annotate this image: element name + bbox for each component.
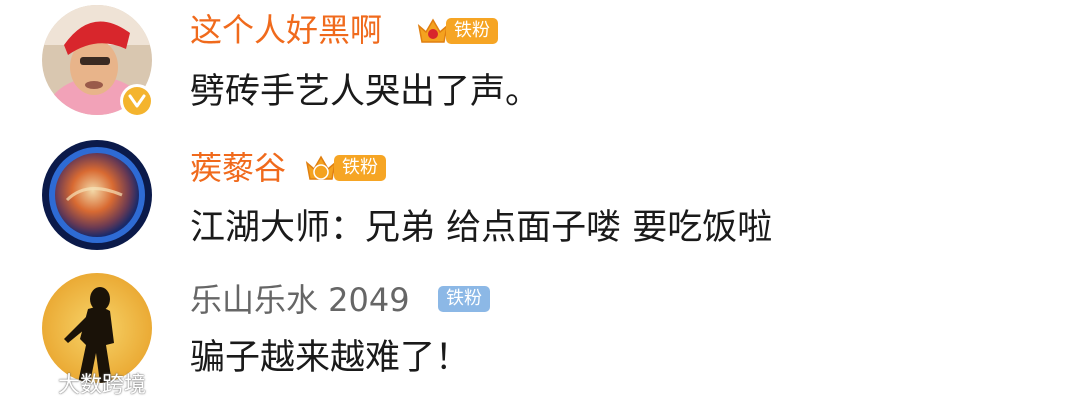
fan-badge-label: 铁粉 xyxy=(446,18,498,44)
fan-badge: 铁粉 xyxy=(416,16,498,46)
username[interactable]: 乐山乐水 2049 xyxy=(190,280,410,320)
comment-text: 劈砖手艺人哭出了声。 xyxy=(190,72,541,112)
comment-text: 骗子越来越难了！ xyxy=(190,338,471,378)
fan-badge-label: 铁粉 xyxy=(334,155,386,181)
username[interactable]: 这个人好黑啊 xyxy=(190,10,382,50)
comment-item: 这个人好黑啊 铁粉 劈砖手艺人哭出了声。 xyxy=(0,0,1080,130)
fan-badge-label: 铁粉 xyxy=(438,286,490,312)
weibo-logo-icon xyxy=(14,372,54,396)
watermark: 大数跨境 xyxy=(12,368,146,398)
crown-icon xyxy=(417,18,449,43)
crown-icon xyxy=(305,155,337,180)
fan-badge: 铁粉 xyxy=(304,153,386,183)
user-avatar[interactable] xyxy=(42,140,152,250)
watermark-text: 大数跨境 xyxy=(58,373,147,398)
comment-item: 乐山乐水 2049 铁粉 骗子越来越难了！ xyxy=(0,268,1080,398)
verified-icon xyxy=(120,84,154,118)
comment-item: 蒺藜谷 铁粉 江湖大师：兄弟 给点面子喽 要吃饭啦 xyxy=(0,130,1080,260)
comment-text: 江湖大师：兄弟 给点面子喽 要吃饭啦 xyxy=(190,208,773,248)
fan-badge: 铁粉 xyxy=(438,284,490,314)
username[interactable]: 蒺藜谷 xyxy=(190,148,286,188)
